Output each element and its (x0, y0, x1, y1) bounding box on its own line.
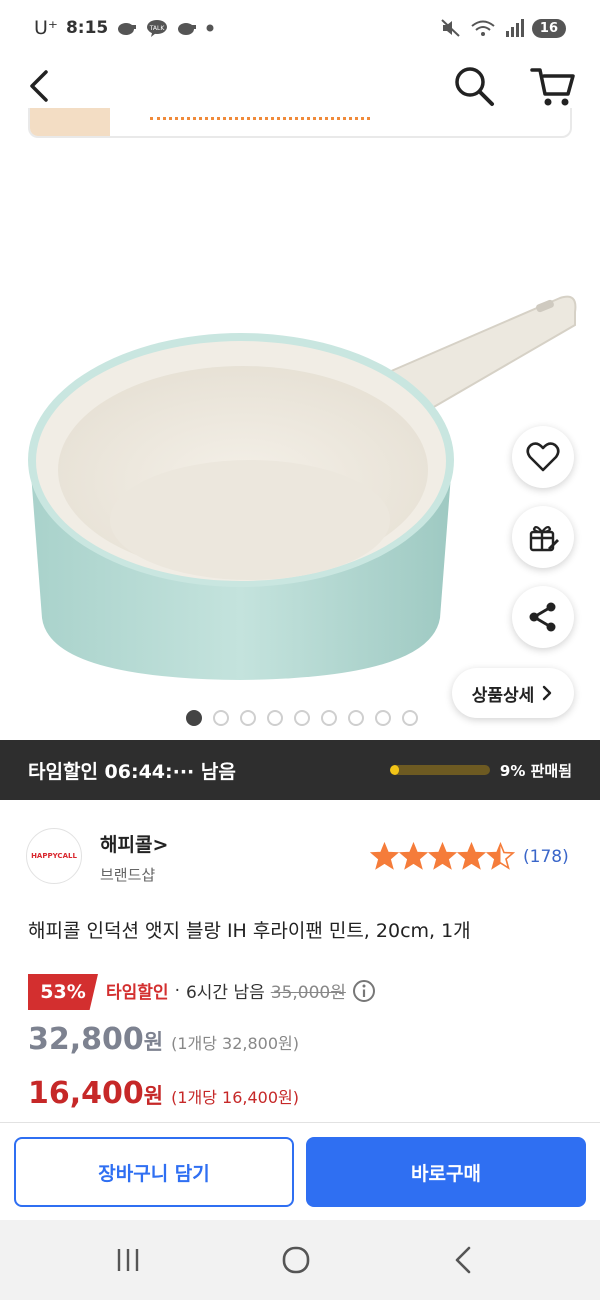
cart-button[interactable] (528, 62, 578, 110)
kakao-story-icon (118, 23, 137, 35)
share-icon (529, 602, 556, 632)
separator: · (174, 980, 180, 1001)
regular-price-row: 32,800원 (1개당 32,800원) (28, 1022, 299, 1057)
sold-progress-fill (390, 765, 399, 775)
home-button[interactable] (266, 1240, 326, 1280)
info-icon[interactable] (352, 979, 376, 1003)
talk-icon: TALK (147, 20, 168, 37)
nav-back-button[interactable] (434, 1240, 494, 1280)
time-sale-label: 타임할인 (106, 983, 169, 1003)
system-nav-bar (0, 1220, 600, 1300)
product-detail-label: 상품상세 (471, 685, 535, 706)
star-rating (370, 842, 515, 871)
sale-per-unit-price: (1개당 16,400원) (171, 1088, 300, 1107)
regular-per-unit-price: (1개당 32,800원) (171, 1034, 300, 1053)
add-to-cart-button[interactable]: 장바구니 담기 (14, 1137, 294, 1207)
discount-badge: 53% (28, 974, 98, 1010)
banner-thumbnail (30, 108, 110, 136)
cart-icon (530, 68, 575, 106)
carousel-dot[interactable] (294, 710, 310, 726)
product-image-carousel[interactable] (0, 140, 600, 740)
svg-text:TALK: TALK (149, 25, 166, 32)
share-button[interactable] (512, 586, 574, 648)
battery-indicator: 16 (531, 18, 566, 38)
brand-logo[interactable]: HAPPYCALL (26, 828, 82, 884)
regular-price: 32,800 (28, 1022, 144, 1057)
recent-apps-button[interactable] (98, 1240, 158, 1280)
frying-pan-image (28, 295, 577, 680)
carousel-dot[interactable] (321, 710, 337, 726)
app-bar (0, 56, 600, 116)
status-bar: U⁺ 8:15 TALK 16 (0, 0, 600, 56)
carousel-dot[interactable] (240, 710, 256, 726)
original-price: 35,000원 (270, 983, 346, 1003)
search-icon (455, 67, 494, 106)
sale-price: 16,400 (28, 1076, 144, 1111)
sale-price-row: 16,400원 (1개당 16,400원) (28, 1076, 299, 1111)
product-detail-button[interactable]: 상품상세 (452, 668, 574, 718)
brand-logo-text: HAPPYCALL (31, 852, 77, 860)
star-full-icon (457, 842, 486, 870)
regular-price-unit: 원 (143, 1030, 164, 1054)
carousel-indicator (186, 710, 418, 726)
clock-time: 8:15 (65, 18, 109, 38)
product-title: 해피콜 인덕션 앳지 블랑 IH 후라이팬 민트, 20cm, 1개 (28, 920, 471, 942)
back-arrow-icon (30, 70, 48, 102)
sale-price-unit: 원 (143, 1084, 164, 1108)
sold-progress-bar (390, 765, 490, 775)
time-sale-countdown: 타임할인 06:44:··· 남음 (28, 760, 236, 783)
review-count[interactable]: (178) (523, 847, 569, 867)
star-full-icon (428, 842, 457, 870)
gift-icon (529, 525, 559, 552)
kakao-story-icon (178, 23, 197, 35)
rating-summary[interactable]: (178) (370, 842, 569, 871)
banner-text-fragment (150, 112, 370, 120)
promo-banner-strip[interactable] (28, 108, 572, 138)
sold-percentage: 9% 판매됨 (499, 761, 572, 780)
mute-icon (441, 19, 460, 37)
carousel-dot[interactable] (267, 710, 283, 726)
wifi-icon (471, 20, 495, 36)
brand-shop-label: 브랜드샵 (100, 866, 156, 884)
notification-dot-icon (206, 24, 214, 32)
heart-icon (526, 442, 560, 472)
back-button[interactable] (22, 64, 62, 108)
gift-button[interactable] (512, 506, 574, 568)
carousel-dot[interactable] (186, 710, 202, 726)
carousel-dot[interactable] (375, 710, 391, 726)
star-full-icon (399, 842, 428, 870)
star-half-icon (486, 842, 515, 870)
nav-back-icon (455, 1246, 471, 1274)
carousel-dot[interactable] (213, 710, 229, 726)
brand-name-link[interactable]: 해피콜> (100, 830, 168, 857)
carousel-dot[interactable] (348, 710, 364, 726)
carrier-label: U⁺ (34, 17, 58, 39)
buy-now-button[interactable]: 바로구매 (306, 1137, 586, 1207)
recent-apps-icon (117, 1249, 139, 1271)
wishlist-button[interactable] (512, 426, 574, 488)
star-full-icon (370, 842, 399, 870)
time-sale-info: 타임할인 · 6시간 남음 35,000원 (106, 978, 376, 1003)
time-sale-bar: 타임할인 06:44:··· 남음 9% 판매됨 (0, 740, 600, 800)
search-button[interactable] (450, 62, 498, 110)
signal-icon (505, 19, 524, 37)
chevron-right-icon (543, 685, 552, 701)
purchase-action-bar: 장바구니 담기 바로구매 (0, 1122, 600, 1220)
carousel-dot[interactable] (402, 710, 418, 726)
time-remaining: 6시간 남음 (185, 983, 265, 1003)
home-icon (282, 1246, 310, 1274)
